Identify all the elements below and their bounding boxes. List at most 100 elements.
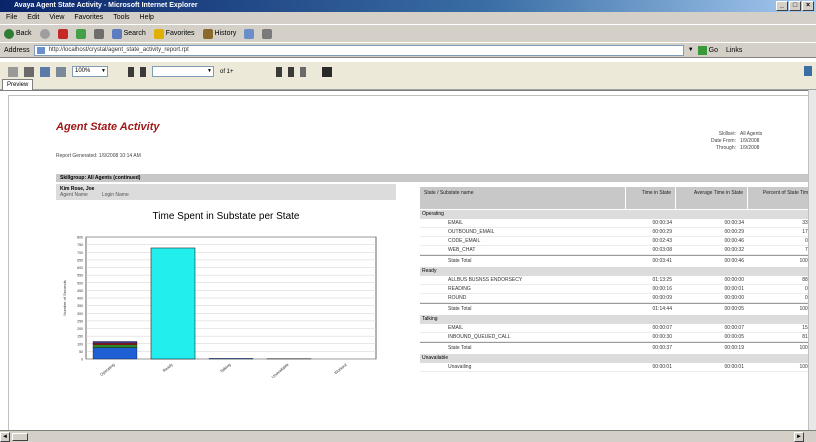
y-tick-label: 350 [77, 304, 83, 308]
search-icon [111, 28, 122, 39]
x-tick-label: Talking [219, 362, 232, 374]
table-row: INBOUND_QUEUED_CALL 00:00:30 00:00:05 81.4 [420, 333, 816, 342]
stop-icon [57, 28, 68, 39]
y-tick-label: 800 [77, 236, 83, 240]
x-tick-label: Unavailable [270, 361, 290, 379]
print-button[interactable] [262, 28, 273, 39]
x-tick-label: Workout [333, 361, 348, 375]
y-tick-label: 50 [79, 350, 83, 354]
mail-button[interactable] [244, 28, 255, 39]
search-button[interactable]: Search [111, 28, 146, 39]
binoculars-search-icon[interactable] [321, 66, 332, 77]
page-number-input[interactable] [152, 66, 214, 77]
favorites-button[interactable]: Favorites [153, 28, 195, 39]
param-key: Through: [715, 145, 736, 151]
menu-view[interactable]: View [49, 12, 64, 24]
table-row: WEB_CHAT 00:03:08 00:00:32 7.1 [420, 246, 816, 255]
state-total-row: State Total 00:00:37 00:00:19 100.0 [420, 342, 816, 353]
stop-loading-icon[interactable] [299, 66, 306, 77]
scroll-left-button[interactable]: ◄ [0, 432, 10, 442]
y-tick-label: 150 [77, 335, 83, 339]
go-arrow-icon [697, 45, 707, 55]
address-input[interactable]: http://localhost/crystal/agent_state_act… [33, 44, 684, 56]
table-cell: 01:14:44 [652, 306, 672, 312]
first-page-icon[interactable] [128, 66, 134, 77]
y-tick-label: 600 [77, 266, 83, 270]
address-dropdown-icon[interactable]: ▼ [688, 47, 694, 53]
agent-header: Kim Rose, Joe Agent Name Login Name [56, 184, 396, 200]
bar-segment [92, 344, 138, 348]
state-total-row: State Total 00:03:41 00:00:46 100.0 [420, 255, 816, 266]
scroll-thumb[interactable] [12, 433, 28, 441]
y-tick-label: 500 [77, 281, 83, 285]
param-value: 1/9/2008 [740, 138, 760, 144]
state-group-header: Ready [420, 267, 816, 276]
y-tick-label: 400 [77, 297, 83, 301]
home-button[interactable] [93, 28, 104, 39]
horizontal-scrollbar[interactable]: ◄ ► [0, 430, 816, 442]
x-tick-label: Operating [99, 362, 116, 377]
print-report-icon[interactable] [24, 66, 34, 77]
y-tick-label: 750 [77, 243, 83, 247]
history-icon [202, 28, 213, 39]
next-page-icon[interactable] [275, 66, 282, 77]
scroll-right-button[interactable]: ► [794, 432, 804, 442]
links-button[interactable]: Links [726, 47, 742, 54]
table-cell: 00:00:00 [724, 277, 744, 283]
prev-page-icon[interactable] [140, 66, 146, 77]
refresh-icon [75, 28, 86, 39]
menu-file[interactable]: File [6, 12, 17, 24]
table-cell: EMAIL [448, 325, 464, 331]
maximize-button[interactable]: □ [789, 1, 801, 11]
favorites-label: Favorites [165, 30, 195, 37]
menu-edit[interactable]: Edit [27, 12, 39, 24]
menu-tools[interactable]: Tools [113, 12, 129, 24]
report-viewer-toolbar: 100% of 1+ Preview [0, 62, 816, 90]
history-button[interactable]: History [202, 28, 237, 39]
stop-button[interactable] [57, 28, 68, 39]
back-button[interactable]: Back [4, 28, 32, 39]
y-tick-label: 550 [77, 274, 83, 278]
param-key: Skillset: [718, 131, 736, 137]
chart-title: Time Spent in Substate per State [152, 211, 300, 222]
y-axis-label: Number of Seconds [62, 280, 67, 315]
table-cell: 7.1 [748, 246, 816, 254]
param-row: Through: 1/9/2008 [706, 145, 762, 152]
export-icon[interactable] [40, 66, 50, 77]
bar-segment [92, 341, 138, 344]
menu-favorites[interactable]: Favorites [74, 12, 103, 24]
table-cell: 88.1 [748, 276, 816, 284]
last-page-icon[interactable] [287, 66, 294, 77]
report-generated-date: Report Generated: 1/9/2008 10:14 AM [56, 153, 141, 159]
menu-help[interactable]: Help [140, 12, 154, 24]
forward-arrow-icon [39, 28, 50, 39]
table-cell: Unavailing [448, 364, 472, 370]
table-cell: 00:00:34 [652, 220, 672, 226]
tree-toggle-icon[interactable] [56, 66, 66, 77]
table-cell: READING [448, 286, 471, 292]
tab-preview[interactable]: Preview [2, 79, 34, 90]
bar-segment [208, 358, 254, 360]
y-tick-label: 0 [81, 358, 83, 362]
refresh-button[interactable] [75, 28, 86, 39]
close-button[interactable]: × [802, 1, 814, 11]
forward-button[interactable] [39, 28, 50, 39]
address-label: Address [4, 46, 30, 54]
close-report-icon[interactable] [8, 66, 18, 77]
column-header: Percent of State Time [748, 187, 816, 209]
table-cell: 100.0 [799, 345, 812, 351]
table-cell: 00:00:05 [724, 306, 744, 312]
table-cell: ROUND [448, 295, 467, 301]
zoom-select[interactable]: 100% [72, 66, 108, 77]
report-parameters: Skillset: All Agents Date From: 1/9/2008… [706, 131, 762, 152]
vertical-scrollbar[interactable] [808, 90, 816, 430]
table-cell: WEB_CHAT [448, 247, 476, 253]
navigation-toolbar: Back Search Favorites History [0, 24, 816, 42]
go-label: Go [708, 46, 718, 54]
table-cell: State Total [448, 306, 472, 312]
table-cell: 00:03:41 [652, 258, 672, 264]
agent-name-label: Agent Name [60, 192, 88, 198]
history-label: History [214, 30, 237, 37]
minimize-button[interactable]: _ [776, 1, 788, 11]
go-button[interactable]: Go [697, 45, 718, 55]
